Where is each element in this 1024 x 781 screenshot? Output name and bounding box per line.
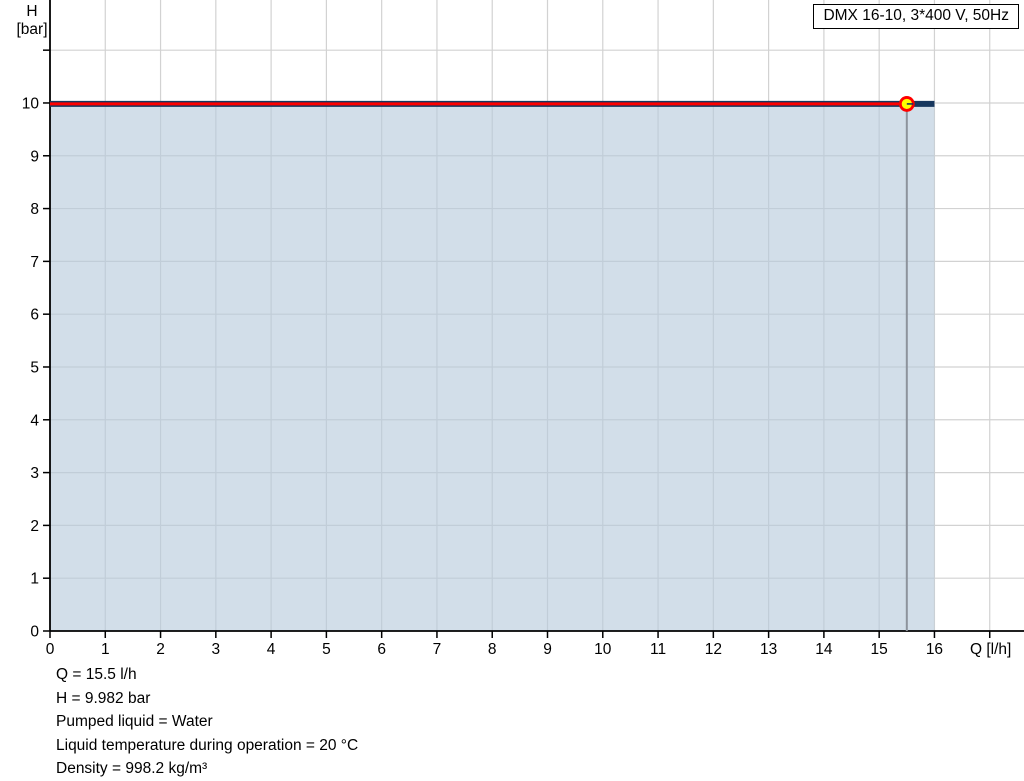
x-axis-tick-label: 16 [926,641,943,658]
y-axis-tick-label: 10 [22,95,40,112]
x-axis-tick-label: 3 [212,641,221,658]
x-axis-tick-label: 2 [156,641,165,658]
liquid-temperature-text: Liquid temperature during operation = 20… [56,734,358,758]
pumped-liquid-text: Pumped liquid = Water [56,710,358,734]
y-axis-tick-label: 1 [30,571,39,588]
chart-canvas: 012345678910012345678910111213141516Q [l… [0,0,1024,660]
x-axis-tick-label: 13 [760,641,777,658]
duty-info-panel: Q = 15.5 l/h H = 9.982 bar Pumped liquid… [56,663,358,781]
pump-curve-page: 012345678910012345678910111213141516Q [l… [0,0,1024,781]
x-axis-tick-label: 14 [815,641,833,658]
x-axis-tick-label: 9 [543,641,552,658]
y-axis-title-quantity: H [8,3,56,21]
duty-head-text: H = 9.982 bar [56,687,358,711]
x-axis-tick-label: 7 [433,641,442,658]
y-axis-tick-label: 8 [30,201,39,218]
y-axis-tick-label: 6 [30,307,39,324]
x-axis-tick-label: 5 [322,641,331,658]
curve-legend-label: DMX 16-10, 3*400 V, 50Hz [823,7,1009,24]
curve-legend-box: DMX 16-10, 3*400 V, 50Hz [813,4,1019,29]
x-axis-tick-label: 15 [871,641,888,658]
x-axis-tick-label: 11 [650,641,666,658]
y-axis-tick-label: 9 [30,148,39,165]
y-axis-title: H [bar] [8,3,56,39]
y-axis-title-unit: [bar] [8,21,56,39]
y-axis-tick-label: 4 [30,412,39,429]
x-axis-tick-label: 12 [705,641,722,658]
y-axis-tick-label: 7 [30,254,39,271]
x-axis-tick-label: 0 [46,641,55,658]
y-axis-tick-label: 5 [30,359,39,376]
duty-flow-text: Q = 15.5 l/h [56,663,358,687]
x-axis-tick-label: 4 [267,641,276,658]
x-axis-tick-label: 10 [594,641,612,658]
curve-area-fill[interactable] [50,104,934,631]
y-axis-tick-label: 0 [30,624,39,641]
density-text: Density = 998.2 kg/m³ [56,757,358,781]
x-axis-title: Q [l/h] [970,641,1011,658]
y-axis-tick-label: 2 [30,518,39,535]
x-axis-tick-label: 1 [101,641,110,658]
x-axis-tick-label: 8 [488,641,497,658]
x-axis-tick-label: 6 [377,641,386,658]
y-axis-tick-label: 3 [30,465,39,482]
